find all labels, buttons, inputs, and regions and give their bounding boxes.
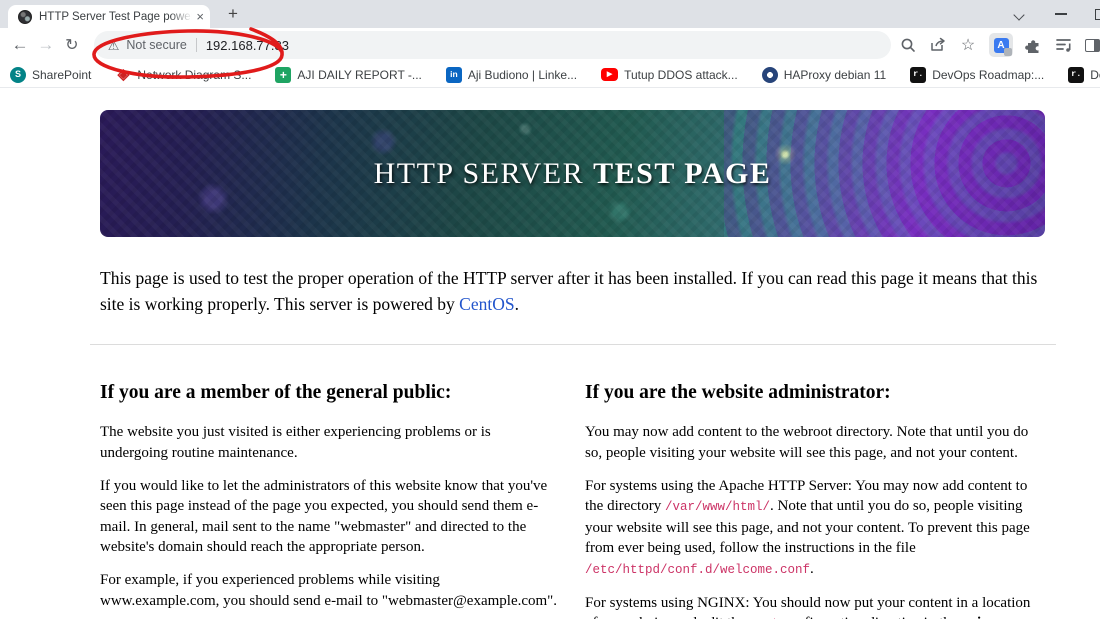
roadmap-icon: r. [910, 66, 927, 83]
share-icon[interactable] [929, 36, 947, 54]
bookmark-star-icon[interactable]: ☆ [959, 36, 977, 54]
media-controls-icon[interactable] [1055, 36, 1073, 54]
paragraph: If you would like to let the administrat… [100, 477, 548, 556]
tab-title: HTTP Server Test Page powered [39, 10, 193, 23]
security-label: Not secure [126, 38, 187, 52]
not-secure-warning-icon[interactable]: ⚠ [108, 39, 120, 52]
spreadsheet-icon: + [275, 66, 292, 83]
bookmark-aji-daily-report[interactable]: + AJI DAILY REPORT -... [275, 66, 422, 83]
paragraph: The website you just visited is either e… [100, 424, 491, 461]
toolbar-actions: ☆ A [899, 33, 1100, 57]
paragraph: You may now add content to the webroot d… [585, 424, 1029, 461]
bookmark-docker-roadmap[interactable]: r. Docker Roadmap -... [1068, 66, 1100, 83]
browser-tab[interactable]: HTTP Server Test Page powered × [8, 5, 210, 28]
url-text[interactable]: 192.168.77.83 [206, 38, 289, 53]
page-content: HTTP SERVER TEST PAGE This page is used … [0, 88, 1100, 619]
side-panel-icon[interactable] [1085, 38, 1100, 52]
paragraph: For systems using the Apache HTTP Server… [585, 477, 1030, 577]
roadmap-icon: r. [1068, 66, 1085, 83]
minimize-button[interactable] [1055, 13, 1067, 15]
browser-window: HTTP Server Test Page powered × + ← → ↻ … [0, 0, 1100, 619]
extensions-puzzle-icon[interactable] [1025, 36, 1043, 54]
paragraph: For example, if you experienced problems… [100, 572, 558, 609]
page-title: HTTP SERVER TEST PAGE [373, 156, 772, 190]
bookmark-youtube[interactable]: ▶ Tutup DDOS attack... [601, 68, 738, 82]
bookmark-sharepoint[interactable]: S SharePoint [10, 66, 91, 83]
bookmark-linkedin[interactable]: in Aji Budiono | Linke... [445, 66, 577, 83]
bookmark-haproxy[interactable]: HAProxy debian 11 [761, 66, 886, 83]
new-tab-button[interactable]: + [222, 3, 244, 25]
general-public-column: If you are a member of the general publi… [100, 374, 558, 619]
bookmarks-bar: S SharePoint ◈ Network Diagram S... + AJ… [0, 62, 1100, 88]
sharepoint-icon: S [10, 66, 26, 83]
two-column-section: If you are a member of the general publi… [100, 374, 1040, 619]
translate-extension-icon[interactable]: A [989, 33, 1013, 57]
globe-favicon-icon [18, 9, 32, 24]
administrator-column: If you are the website administrator: Yo… [585, 374, 1040, 619]
administrator-heading: If you are the website administrator: [585, 382, 891, 403]
maximize-button[interactable] [1095, 8, 1100, 20]
youtube-icon: ▶ [601, 68, 619, 81]
reload-button[interactable]: ↻ [59, 35, 85, 55]
back-button[interactable]: ← [7, 35, 33, 55]
tab-close-icon[interactable]: × [196, 10, 204, 23]
test-page-banner: HTTP SERVER TEST PAGE [100, 110, 1045, 237]
bookmark-devops-roadmap[interactable]: r. DevOps Roadmap:... [910, 66, 1044, 83]
bookmark-network-diagram[interactable]: ◈ Network Diagram S... [115, 66, 252, 83]
haproxy-icon [761, 66, 778, 83]
tab-bar: HTTP Server Test Page powered × + [0, 0, 1100, 28]
tab-search-chevron-icon[interactable] [1015, 9, 1025, 19]
search-icon[interactable] [899, 36, 917, 54]
omnibox-divider [195, 38, 197, 52]
network-diagram-icon: ◈ [117, 66, 130, 83]
linkedin-icon: in [445, 66, 462, 83]
browser-toolbar: ← → ↻ ⚠ Not secure 192.168.77.83 ☆ A [0, 27, 1100, 79]
intro-paragraph: This page is used to test the proper ope… [100, 268, 1038, 314]
address-bar[interactable]: ⚠ Not secure 192.168.77.83 [93, 31, 891, 59]
paragraph: For systems using NGINX: You should now … [585, 594, 1031, 619]
window-controls [1015, 0, 1100, 28]
general-public-heading: If you are a member of the general publi… [100, 382, 452, 403]
horizontal-divider [90, 344, 1056, 345]
forward-button: → [37, 35, 55, 54]
centos-link[interactable]: CentOS [459, 294, 514, 314]
